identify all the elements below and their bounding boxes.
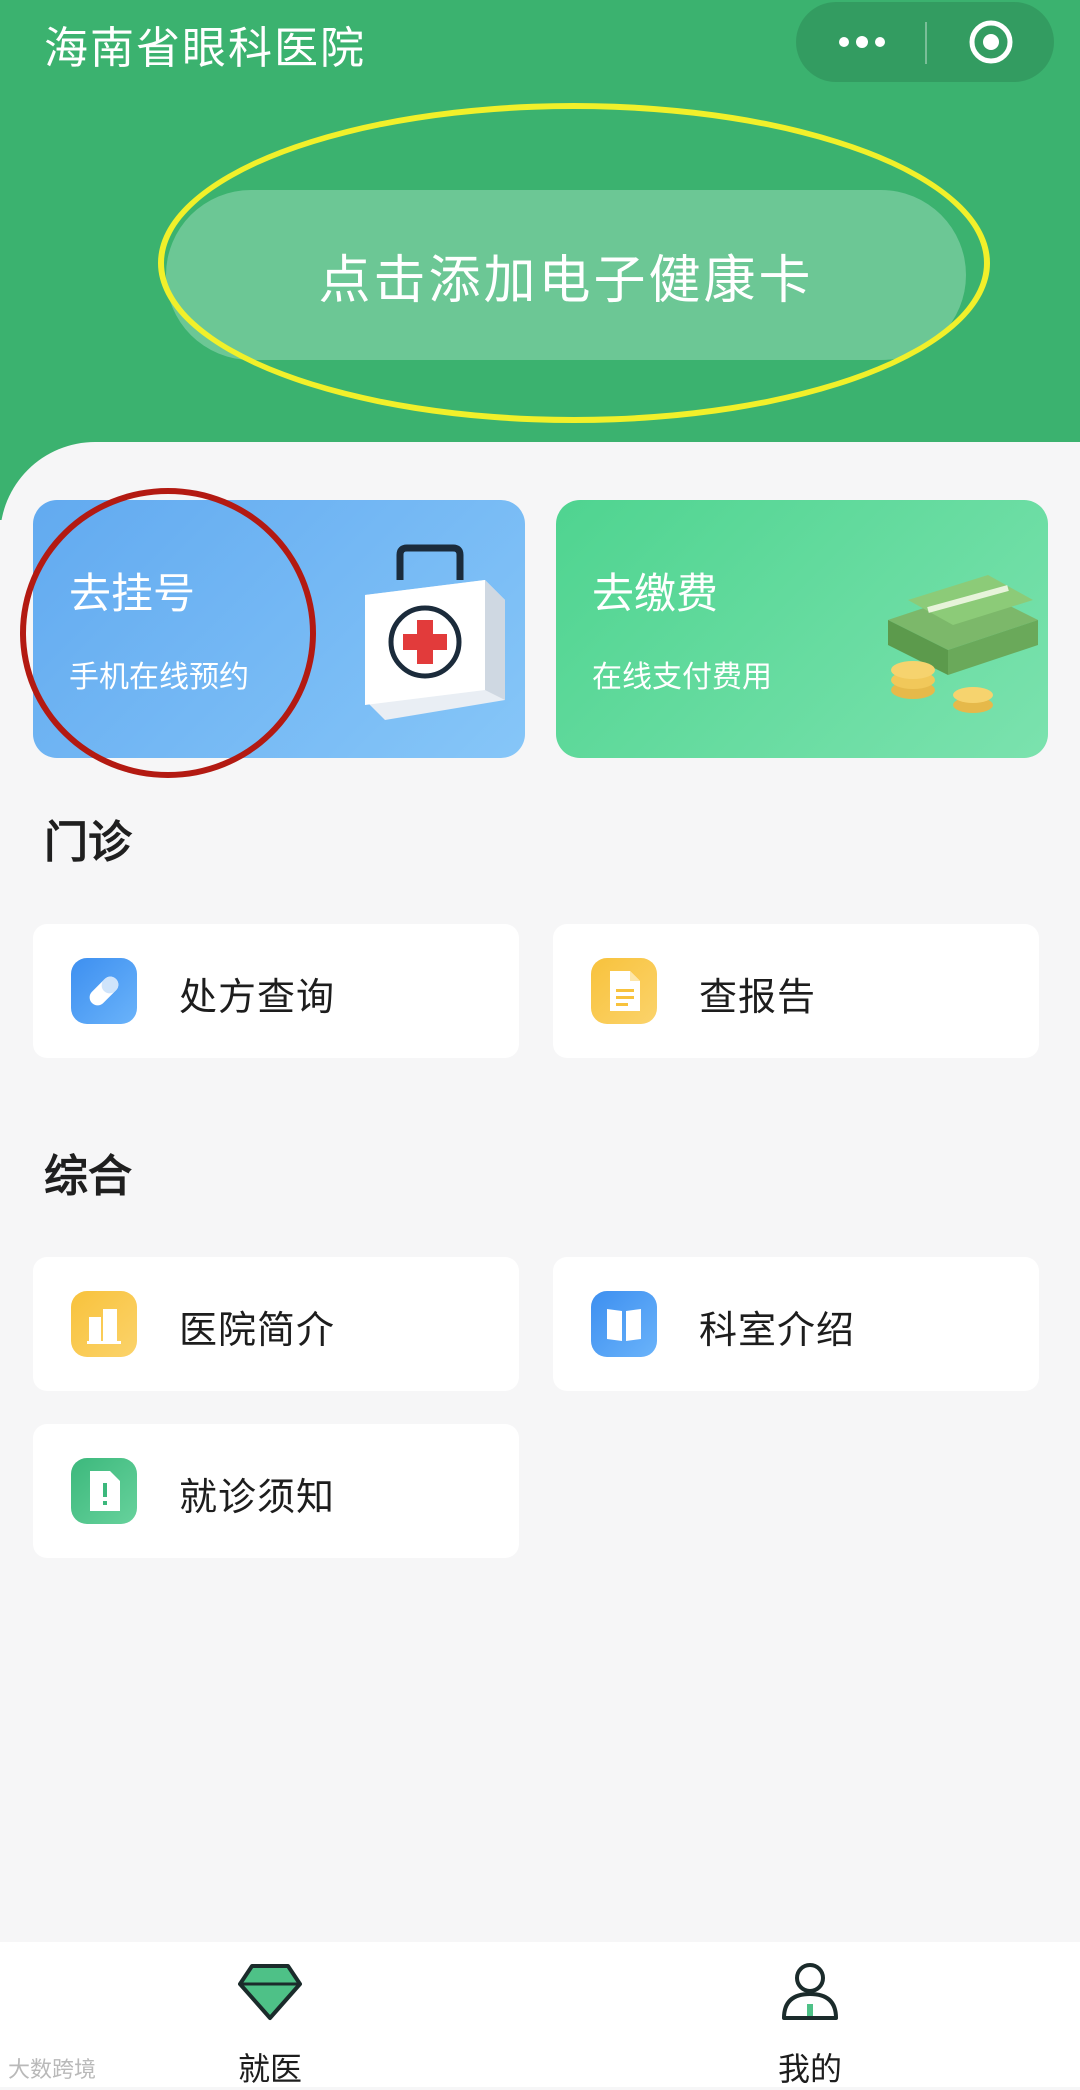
person-icon [782,1963,838,2020]
capsule-divider [925,22,927,64]
visit-notice-button[interactable]: 就诊须知 [33,1424,519,1558]
yellow-highlight-annotation [158,103,990,423]
department-intro-label: 科室介绍 [699,1308,856,1352]
tab-mine-label: 我的 [777,2050,842,2088]
pay-card-subtitle: 在线支付费用 [592,660,772,695]
prescription-query-button[interactable]: 处方查询 [33,924,519,1058]
pay-card[interactable]: 去缴费 在线支付费用 [556,500,1048,758]
watermark: 大数跨境 [8,2058,97,2083]
visit-notice-label: 就诊须知 [179,1475,336,1519]
tab-medical-label: 就医 [237,2050,302,2088]
department-intro-button[interactable]: 科室介绍 [553,1257,1039,1391]
building-icon [71,1291,137,1357]
medical-kit-icon [365,544,505,720]
pill-icon [71,958,137,1024]
tab-mine[interactable]: 我的 [660,1942,960,2088]
hospital-intro-button[interactable]: 医院简介 [33,1257,519,1391]
diamond-icon [238,1964,302,2020]
bottom-tab-bar: 就医 我的 [0,1942,1080,2088]
section-title-general: 综合 [44,1151,132,1202]
money-stack-icon [888,575,1038,713]
section-title-outpatient: 门诊 [44,817,132,868]
pay-card-title: 去缴费 [592,569,719,618]
more-dots-icon[interactable] [832,20,892,64]
document-icon [591,958,657,1024]
check-report-button[interactable]: 查报告 [553,924,1039,1058]
notice-icon [71,1458,137,1524]
hospital-intro-label: 医院简介 [179,1308,336,1352]
mini-program-capsule [796,2,1054,82]
check-report-label: 查报告 [699,975,817,1019]
app-title: 海南省眼科医院 [44,23,366,74]
red-highlight-annotation [20,488,316,778]
prescription-query-label: 处方查询 [179,975,336,1019]
book-icon [591,1291,657,1357]
target-close-icon[interactable] [961,20,1021,64]
tab-medical[interactable]: 就医 [120,1942,420,2088]
